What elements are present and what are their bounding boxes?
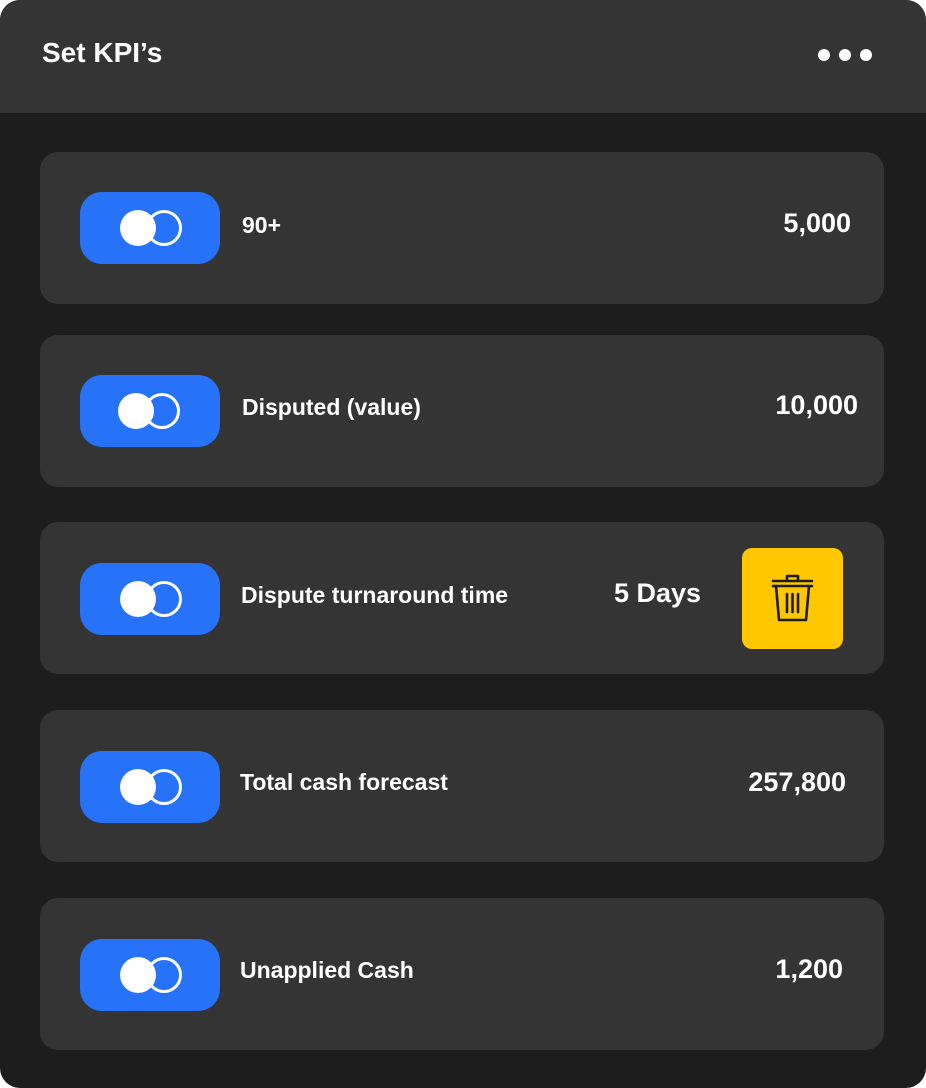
kpi-row-disputed-value: Disputed (value) 10,000 — [40, 335, 884, 487]
kpi-label: Disputed (value) — [242, 394, 421, 420]
kpi-value: 1,200 — [775, 954, 843, 984]
more-dot — [839, 49, 851, 61]
kpi-toggle[interactable] — [80, 563, 220, 635]
kpi-toggle[interactable] — [80, 751, 220, 823]
kpi-row-90-plus: 90+ 5,000 — [40, 152, 884, 304]
kpi-toggle[interactable] — [80, 375, 220, 447]
kpi-value: 5,000 — [783, 208, 851, 238]
kpi-row-total-cash-forecast: Total cash forecast 257,800 — [40, 710, 884, 862]
kpi-value: 5 Days — [614, 578, 702, 608]
more-dot — [818, 49, 830, 61]
trash-icon — [771, 574, 814, 622]
kpi-label: Total cash forecast — [240, 769, 448, 795]
kpi-row-dispute-turnaround-time: Dispute turnaround time 5 Days — [40, 522, 884, 674]
more-dot — [860, 49, 872, 61]
more-options-button[interactable] — [818, 44, 872, 66]
kpi-value: 10,000 — [775, 390, 858, 420]
toggle-ring — [144, 393, 180, 429]
panel-header: Set KPI’s — [0, 0, 926, 113]
kpi-label: Unapplied Cash — [240, 957, 414, 983]
panel-title: Set KPI’s — [42, 37, 163, 68]
kpi-label: 90+ — [242, 212, 282, 238]
toggle-ring — [146, 769, 182, 805]
toggle-ring — [146, 581, 182, 617]
kpi-value: 257,800 — [748, 767, 846, 797]
toggle-ring — [146, 210, 182, 246]
kpi-panel: Set KPI’s 90+ 5,000 Disputed (value) 10,… — [0, 0, 926, 1088]
kpi-toggle[interactable] — [80, 939, 220, 1011]
toggle-ring — [146, 957, 182, 993]
kpi-toggle[interactable] — [80, 192, 220, 264]
kpi-label: Dispute turnaround time — [241, 582, 509, 608]
kpi-row-unapplied-cash: Unapplied Cash 1,200 — [40, 898, 884, 1050]
delete-kpi-button[interactable] — [742, 548, 843, 649]
